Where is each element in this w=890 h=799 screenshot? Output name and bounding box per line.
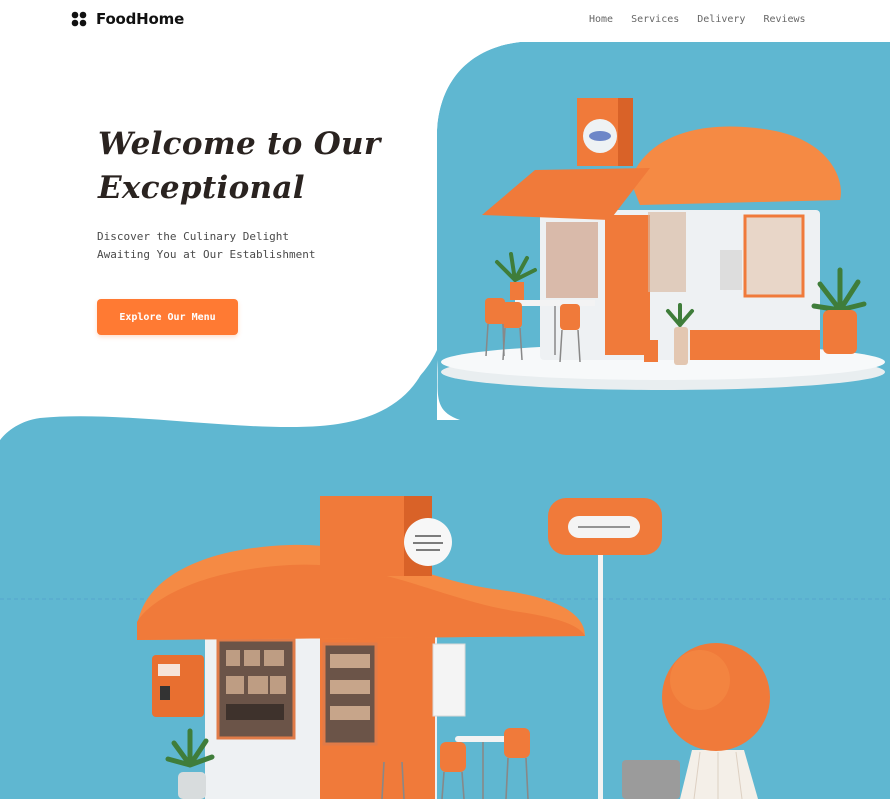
main-nav: Home Services Delivery Reviews [589, 14, 824, 25]
brand-name: FoodHome [96, 10, 185, 28]
nav-home[interactable]: Home [589, 14, 613, 25]
kiosk-illustration-bottom [137, 496, 770, 799]
nav-reviews[interactable]: Reviews [763, 14, 805, 25]
nav-delivery[interactable]: Delivery [697, 14, 745, 25]
nav-services[interactable]: Services [631, 14, 679, 25]
site-header: FoodHome Home Services Delivery Reviews [0, 0, 890, 42]
four-dots-icon [71, 11, 87, 27]
brand[interactable]: FoodHome [71, 10, 184, 28]
